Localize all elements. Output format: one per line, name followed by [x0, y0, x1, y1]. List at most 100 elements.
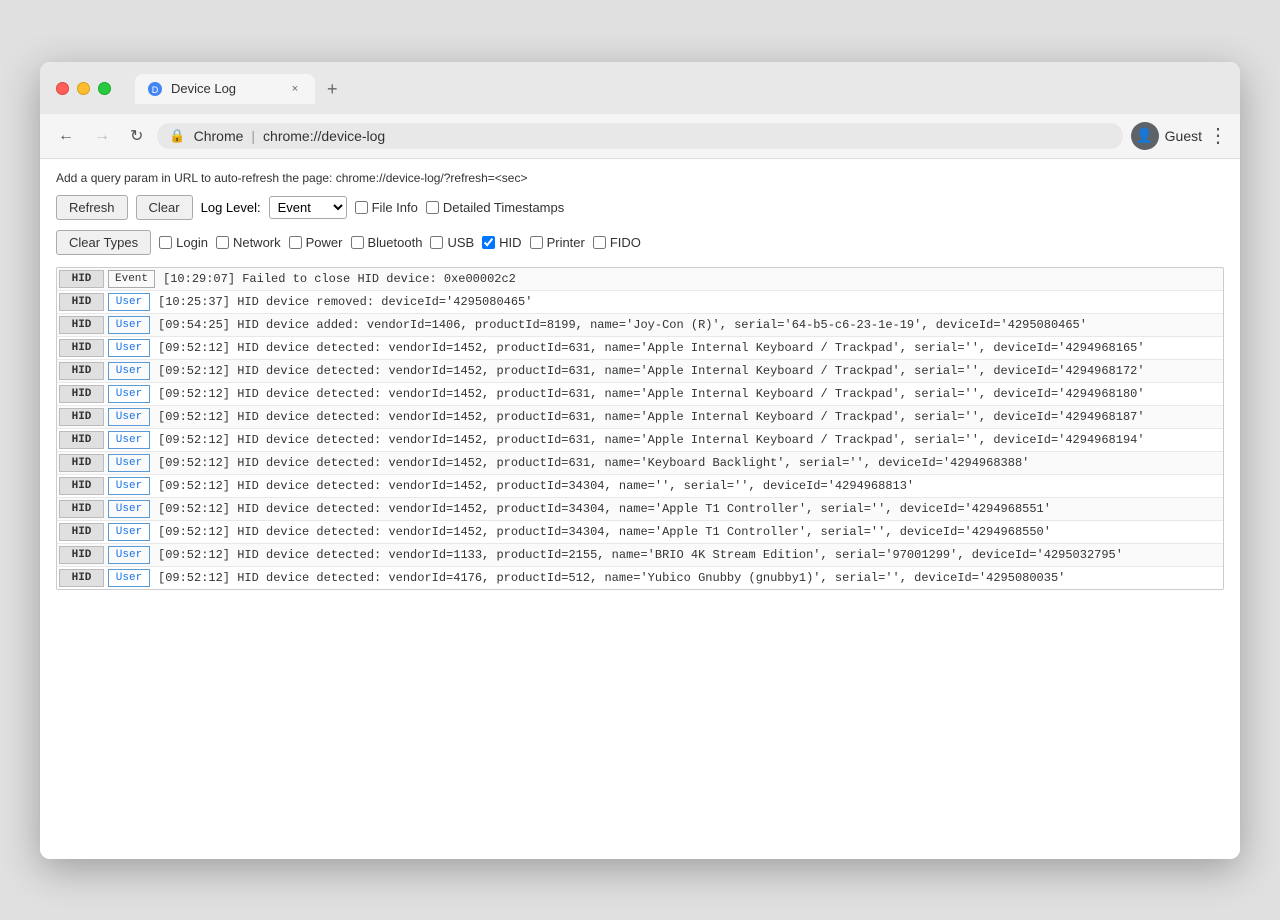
log-level-badge[interactable]: User	[108, 362, 150, 380]
table-row: HIDUser[10:25:37] HID device removed: de…	[57, 291, 1223, 314]
fido-checkbox[interactable]	[593, 236, 606, 249]
detailed-timestamps-checkbox-label[interactable]: Detailed Timestamps	[426, 200, 564, 215]
log-type-badge: HID	[59, 339, 104, 357]
log-message: [09:52:12] HID device detected: vendorId…	[152, 544, 1223, 566]
log-level-badge[interactable]: User	[108, 454, 150, 472]
log-type-badge: HID	[59, 431, 104, 449]
log-level-badge[interactable]: User	[108, 523, 150, 541]
table-row: HIDUser[09:52:12] HID device detected: v…	[57, 475, 1223, 498]
log-type-badge: HID	[59, 316, 104, 334]
login-checkbox-label[interactable]: Login	[159, 235, 208, 250]
security-icon: 🔒	[169, 128, 185, 144]
reload-button[interactable]: ↻	[124, 122, 149, 150]
clear-button[interactable]: Clear	[136, 195, 193, 220]
tab-bar: D Device Log × +	[135, 74, 1224, 104]
log-level-badge[interactable]: User	[108, 477, 150, 495]
table-row: HIDUser[09:52:12] HID device detected: v…	[57, 406, 1223, 429]
file-info-checkbox[interactable]	[355, 201, 368, 214]
info-bar: Add a query param in URL to auto-refresh…	[56, 171, 1224, 185]
log-type-badge: HID	[59, 408, 104, 426]
power-checkbox-label[interactable]: Power	[289, 235, 343, 250]
log-message: [09:52:12] HID device detected: vendorId…	[152, 452, 1223, 474]
log-message: [10:29:07] Failed to close HID device: 0…	[157, 268, 1223, 290]
log-message: [09:52:12] HID device detected: vendorId…	[152, 475, 1223, 497]
log-level-badge[interactable]: User	[108, 339, 150, 357]
power-checkbox[interactable]	[289, 236, 302, 249]
back-button[interactable]: ←	[52, 123, 80, 149]
log-container: HIDEvent[10:29:07] Failed to close HID d…	[56, 267, 1224, 590]
log-level-badge[interactable]: User	[108, 408, 150, 426]
file-info-checkbox-label[interactable]: File Info	[355, 200, 418, 215]
table-row: HIDUser[09:52:12] HID device detected: v…	[57, 360, 1223, 383]
log-level-badge[interactable]: Event	[108, 270, 155, 288]
printer-checkbox-label[interactable]: Printer	[530, 235, 585, 250]
tab-title: Device Log	[171, 81, 236, 96]
log-message: [09:52:12] HID device detected: vendorId…	[152, 406, 1223, 428]
power-label: Power	[306, 235, 343, 250]
tab-close-button[interactable]: ×	[287, 81, 303, 97]
minimize-button[interactable]	[77, 82, 90, 95]
log-level-badge[interactable]: User	[108, 385, 150, 403]
bluetooth-checkbox[interactable]	[351, 236, 364, 249]
log-message: [09:52:12] HID device detected: vendorId…	[152, 567, 1223, 589]
network-checkbox-label[interactable]: Network	[216, 235, 281, 250]
forward-button[interactable]: →	[88, 123, 116, 149]
usb-checkbox[interactable]	[430, 236, 443, 249]
browser-menu-button[interactable]: ⋮	[1208, 123, 1228, 148]
page-content: Add a query param in URL to auto-refresh…	[40, 159, 1240, 859]
new-tab-button[interactable]: +	[319, 75, 346, 104]
table-row: HIDUser[09:52:12] HID device detected: v…	[57, 337, 1223, 360]
table-row: HIDUser[09:54:25] HID device added: vend…	[57, 314, 1223, 337]
log-type-badge: HID	[59, 477, 104, 495]
user-avatar[interactable]: 👤	[1131, 122, 1159, 150]
refresh-button[interactable]: Refresh	[56, 195, 128, 220]
controls-row-2: Clear Types Login Network Power Bluetoot…	[56, 230, 1224, 255]
table-row: HIDUser[09:52:12] HID device detected: v…	[57, 544, 1223, 567]
table-row: HIDUser[09:52:12] HID device detected: v…	[57, 521, 1223, 544]
hid-checkbox-label[interactable]: HID	[482, 235, 521, 250]
log-level-select[interactable]: Event Verbose Debug Info Warning Error	[269, 196, 347, 219]
address-url: chrome://device-log	[263, 128, 385, 144]
log-message: [09:52:12] HID device detected: vendorId…	[152, 337, 1223, 359]
log-level-badge[interactable]: User	[108, 569, 150, 587]
log-level-badge[interactable]: User	[108, 431, 150, 449]
log-type-badge: HID	[59, 523, 104, 541]
avatar-icon: 👤	[1136, 127, 1153, 144]
login-checkbox[interactable]	[159, 236, 172, 249]
svg-text:D: D	[152, 85, 159, 95]
network-checkbox[interactable]	[216, 236, 229, 249]
log-level-badge[interactable]: User	[108, 293, 150, 311]
file-info-label: File Info	[372, 200, 418, 215]
table-row: HIDUser[09:52:12] HID device detected: v…	[57, 498, 1223, 521]
close-button[interactable]	[56, 82, 69, 95]
maximize-button[interactable]	[98, 82, 111, 95]
address-bar[interactable]: 🔒 Chrome | chrome://device-log	[157, 123, 1122, 149]
controls-row-1: Refresh Clear Log Level: Event Verbose D…	[56, 195, 1224, 220]
fido-label: FIDO	[610, 235, 641, 250]
bluetooth-checkbox-label[interactable]: Bluetooth	[351, 235, 423, 250]
printer-label: Printer	[547, 235, 585, 250]
address-prefix: Chrome	[194, 128, 244, 144]
detailed-timestamps-checkbox[interactable]	[426, 201, 439, 214]
log-level-badge[interactable]: User	[108, 500, 150, 518]
log-message: [09:54:25] HID device added: vendorId=14…	[152, 314, 1223, 336]
log-level-badge[interactable]: User	[108, 316, 150, 334]
fido-checkbox-label[interactable]: FIDO	[593, 235, 641, 250]
log-type-badge: HID	[59, 546, 104, 564]
log-message: [09:52:12] HID device detected: vendorId…	[152, 429, 1223, 451]
user-area: 👤 Guest ⋮	[1131, 122, 1228, 150]
log-type-badge: HID	[59, 270, 104, 288]
address-separator: |	[251, 128, 255, 144]
table-row: HIDUser[09:52:12] HID device detected: v…	[57, 567, 1223, 589]
nav-bar: ← → ↻ 🔒 Chrome | chrome://device-log 👤 G…	[40, 114, 1240, 159]
hid-checkbox[interactable]	[482, 236, 495, 249]
clear-types-button[interactable]: Clear Types	[56, 230, 151, 255]
usb-checkbox-label[interactable]: USB	[430, 235, 474, 250]
login-label: Login	[176, 235, 208, 250]
tab-device-log[interactable]: D Device Log ×	[135, 74, 315, 104]
table-row: HIDEvent[10:29:07] Failed to close HID d…	[57, 268, 1223, 291]
printer-checkbox[interactable]	[530, 236, 543, 249]
network-label: Network	[233, 235, 281, 250]
log-level-badge[interactable]: User	[108, 546, 150, 564]
log-type-badge: HID	[59, 362, 104, 380]
